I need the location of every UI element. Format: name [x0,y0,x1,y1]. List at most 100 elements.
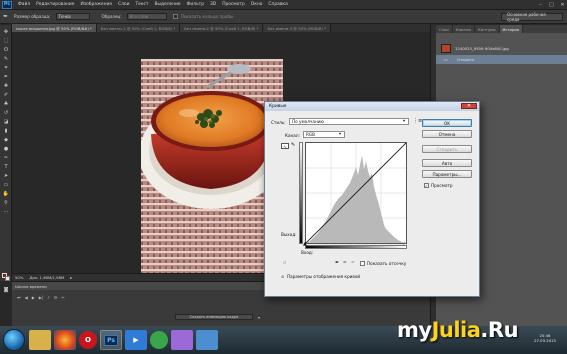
preset-select[interactable]: По умолчанию [289,118,409,125]
tab-document[interactable]: Без имени-1 @ 50% (Слой 1, RGB/8) * [96,24,181,32]
minimize-icon[interactable]: – [536,1,545,8]
white-point-slider-icon[interactable]: △ [403,241,407,247]
path-select-icon[interactable]: ➤ [2,173,10,179]
menu-filter[interactable]: Фильтр [184,2,207,7]
history-snapshot-label: 1240023_9559-900x600.jpg [455,45,509,51]
healing-tool-icon[interactable]: ✚ [2,83,10,89]
menu-image[interactable]: Изображение [77,2,115,7]
quick-mask-icon[interactable]: ◙ [2,287,10,293]
firefox-icon[interactable] [54,330,76,350]
status-menu-icon[interactable]: ▸ [70,275,72,280]
eraser-tool-icon[interactable]: ◪ [2,119,10,125]
cancel-button[interactable]: Отмена [422,130,472,138]
menu-type[interactable]: Текст [132,2,151,7]
settings-icon[interactable]: ⚙ [52,294,60,300]
start-button[interactable] [3,329,25,351]
history-brush-icon[interactable]: ↺ [2,110,10,116]
smooth-button[interactable]: Сгладить [422,145,472,153]
input-gradient-bar [305,245,407,249]
marquee-tool-icon[interactable]: ⬚ [2,38,10,44]
dots-icon: ⋯ [3,209,9,215]
auto-button[interactable]: Авто [422,159,472,167]
next-frame-icon[interactable]: ▶| [37,294,45,300]
tab-document[interactable]: Без имени-2 @ 50% (Слой 1, RGB/8) * [180,24,264,32]
display-options-toggle-icon[interactable]: ⊙ [281,274,284,279]
opera-icon[interactable]: O [79,331,97,349]
on-image-adjust-icon[interactable]: ☝ [283,260,286,266]
lasso-tool-icon[interactable]: ʘ [2,47,10,53]
type-tool-icon[interactable]: T [2,164,10,170]
tab-channels[interactable]: Каналы [453,25,476,33]
pencil-tool-icon[interactable]: ✎ [291,142,295,148]
crop-tool-icon[interactable]: ⌗ [2,65,10,71]
menu-bar: Ps Файл Редактирование Изображение Слои … [0,0,567,10]
show-ring-checkbox[interactable] [172,14,178,19]
menu-3d[interactable]: 3D [207,2,219,7]
brush-tool-icon[interactable]: ✐ [2,92,10,98]
media-player-icon[interactable]: ▶ [125,330,147,350]
system-clock[interactable]: 20:46 27.03.2015 [526,333,564,349]
gray-eyedropper-icon[interactable]: ✒ [343,260,347,266]
dropdown-chevron-icon[interactable]: ▾ [256,314,262,320]
pen-tool-icon[interactable]: ✑ [2,155,10,161]
eyedropper-icon[interactable]: ✒ [2,74,10,80]
black-point-slider-icon[interactable]: ▲ [303,241,307,247]
white-eyedropper-icon[interactable]: ✒ [351,260,355,266]
preset-options-icon[interactable]: ⋮≡ [413,118,422,124]
curve-point-tool-icon[interactable]: ∿ [281,143,289,149]
photoshop-taskbar-icon[interactable]: Ps [100,330,122,350]
background-color-swatch[interactable] [5,276,10,281]
history-step[interactable]: ▭ Открыть [436,55,567,64]
tab-paths[interactable]: Контуры [475,25,500,33]
app-icon[interactable] [150,331,168,349]
ok-button[interactable]: OK [422,119,472,127]
channel-dropdown-icon[interactable]: ▾ [339,131,341,136]
history-snapshot[interactable]: 1240023_9559-900x600.jpg [436,42,567,54]
menu-window[interactable]: Окно [248,2,266,7]
play-icon[interactable]: ▶ [30,294,37,300]
display-options-label[interactable]: Параметры отображения кривой [287,274,360,279]
first-frame-icon[interactable]: ⏮ [15,294,23,300]
tab-layers[interactable]: Слои [436,25,453,33]
menu-select[interactable]: Выделение [151,2,183,7]
quick-select-tool-icon[interactable]: ✎ [2,56,10,62]
options-button[interactable]: Параметры... [422,170,472,178]
document-image[interactable] [141,59,283,273]
black-eyedropper-icon[interactable]: ✒ [335,260,339,266]
sample-size-select[interactable]: Точка [55,13,90,20]
menu-file[interactable]: Файл [15,2,33,7]
app2-icon[interactable] [171,330,193,350]
curves-dialog: Кривые ✕ Стиль: По умолчанию ▾ ⋮≡ Канал:… [264,101,480,297]
prev-frame-icon[interactable]: ◀ [23,294,30,300]
zoom-level[interactable]: 50% [15,275,23,280]
shape-tool-icon[interactable]: ▭ [2,182,10,188]
sample-select[interactable]: Все слои [126,13,167,20]
create-frame-animation-button[interactable]: Создать анимацию кадра [175,314,253,320]
eyedropper-tool-icon[interactable]: ✒ [3,13,8,20]
tab-document[interactable]: после вскрытия.jpg @ 50% (RGB/8#) * [12,24,97,32]
tab-history[interactable]: История [499,25,524,33]
menu-view[interactable]: Просмотр [219,2,248,7]
zoom-tool-icon[interactable]: ⚲ [2,200,10,206]
explorer-icon[interactable] [29,330,51,350]
workspace-select[interactable]: Основная рабочая среда [501,12,563,22]
dodge-tool-icon[interactable]: ● [2,146,10,152]
preset-dropdown-icon[interactable]: ▾ [403,118,405,123]
move-tool-icon[interactable]: ✥ [2,29,10,35]
close-icon[interactable]: ✕ [558,1,567,8]
show-clipping-checkbox[interactable] [360,261,365,266]
menu-help[interactable]: Справка [265,2,290,7]
close-icon[interactable]: ✕ [461,103,477,109]
stamp-tool-icon[interactable]: ♣ [2,101,10,107]
tab-document[interactable]: Без имени-3 @ 50% (RGB/8) * [263,24,331,32]
split-icon[interactable]: ✂ [59,294,66,300]
maximize-icon[interactable]: □ [547,1,556,8]
menu-layers[interactable]: Слои [115,2,132,7]
curves-graph[interactable] [305,142,407,244]
blur-tool-icon[interactable]: ◆ [2,137,10,143]
hand-tool-icon[interactable]: ✋ [2,191,10,197]
gradient-tool-icon[interactable]: ▮ [2,128,10,134]
app3-icon[interactable] [196,330,218,350]
menu-edit[interactable]: Редактирование [33,2,77,7]
preview-checkbox[interactable]: ✓ [424,183,429,188]
